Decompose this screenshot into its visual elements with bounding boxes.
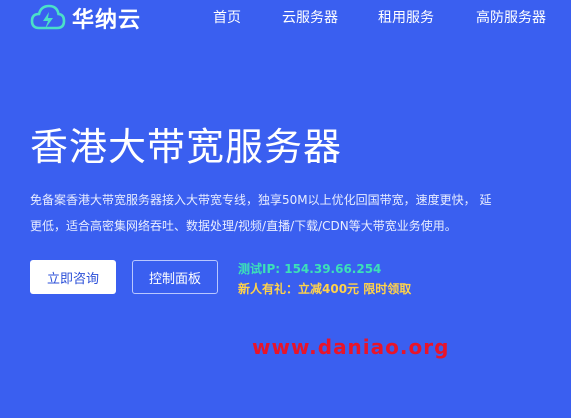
consult-button[interactable]: 立即咨询 (30, 260, 116, 294)
watermark-text: www.daniao.org (252, 335, 450, 359)
promo-info: 测试IP: 154.39.66.254 新人有礼：立减400元 限时领取 (238, 259, 411, 299)
test-ip-text[interactable]: 测试IP: 154.39.66.254 (238, 259, 411, 279)
nav-item-home[interactable]: 首页 (213, 7, 241, 27)
control-panel-button[interactable]: 控制面板 (132, 260, 218, 294)
page-title: 香港大带宽服务器 (30, 125, 343, 169)
description-line-1: 免备案香港大带宽服务器接入大带宽专线，独享50M以上优化回国带宽，速度更快， 延 (30, 193, 492, 207)
hero-description: 免备案香港大带宽服务器接入大带宽专线，独享50M以上优化回国带宽，速度更快， 延… (30, 187, 571, 239)
header: 华纳云 首页 云服务器 租用服务 高防服务器 (0, 0, 571, 36)
nav-item-ddos-server[interactable]: 高防服务器 (476, 7, 546, 27)
main-nav: 首页 云服务器 租用服务 高防服务器 (0, 7, 571, 27)
nav-item-rental-service[interactable]: 租用服务 (378, 7, 434, 27)
nav-item-cloud-server[interactable]: 云服务器 (282, 7, 338, 27)
description-line-2: 更低，适合高密集网络吞吐、数据处理/视频/直播/下载/CDN等大带宽业务使用。 (30, 219, 457, 233)
new-user-offer-link[interactable]: 新人有礼：立减400元 限时领取 (238, 279, 411, 299)
